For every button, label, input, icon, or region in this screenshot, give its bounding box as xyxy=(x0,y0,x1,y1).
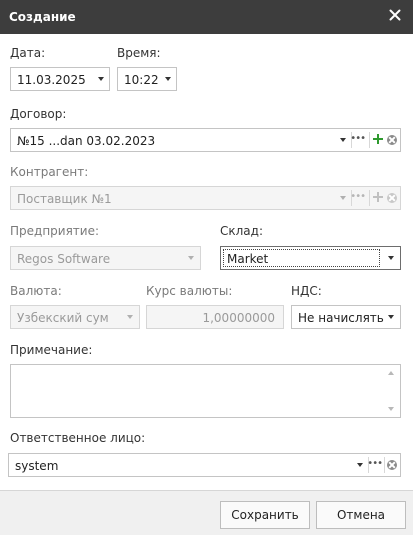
date-label: Дата: xyxy=(10,46,46,60)
vat-select[interactable]: Не начислять xyxy=(291,305,401,329)
contract-label: Договор: xyxy=(10,107,67,121)
chevron-down-icon[interactable] xyxy=(357,463,363,467)
warehouse-select[interactable]: Market xyxy=(220,246,401,270)
time-label: Время: xyxy=(117,46,161,60)
add-plus-icon xyxy=(373,192,383,202)
chevron-down-icon[interactable] xyxy=(340,138,346,142)
time-picker[interactable]: 10:22 xyxy=(117,67,177,91)
counterparty-value: Поставщик №1 xyxy=(17,192,112,206)
add-plus-icon[interactable] xyxy=(373,134,383,144)
rate-input: 1,00000000 xyxy=(146,305,284,329)
vat-value: Не начислять xyxy=(298,311,384,325)
time-value: 10:22 xyxy=(124,73,159,87)
currency-select: Узбекский сум xyxy=(10,305,140,329)
chevron-down-icon xyxy=(127,315,133,319)
clear-icon[interactable] xyxy=(387,135,397,145)
more-dots-icon[interactable]: ••• xyxy=(367,459,383,469)
date-value: 11.03.2025 xyxy=(17,73,86,87)
responsible-value: system xyxy=(15,459,59,473)
dialog-footer: Сохранить Отмена xyxy=(0,490,413,535)
close-icon[interactable] xyxy=(387,7,403,23)
currency-value: Узбекский сум xyxy=(17,311,109,325)
save-button[interactable]: Сохранить xyxy=(220,501,310,529)
more-dots-icon: ••• xyxy=(350,191,366,202)
window-title: Создание xyxy=(9,10,76,24)
rate-label: Курс валюты: xyxy=(146,284,233,298)
separator xyxy=(369,132,370,148)
note-textarea[interactable] xyxy=(10,364,401,418)
vat-label: НДС: xyxy=(291,284,322,298)
currency-label: Валюта: xyxy=(10,284,62,298)
clear-icon[interactable] xyxy=(387,460,397,470)
enterprise-label: Предприятие: xyxy=(10,224,100,238)
contract-select[interactable]: №15 ...dan 03.02.2023 ••• xyxy=(10,128,401,152)
title-bar: Создание xyxy=(0,0,413,34)
chevron-down-icon xyxy=(188,256,194,260)
separator xyxy=(384,457,385,473)
scroll-up-icon[interactable] xyxy=(388,371,394,375)
date-picker[interactable]: 11.03.2025 xyxy=(10,67,110,91)
separator xyxy=(369,190,370,206)
clear-icon xyxy=(387,193,397,203)
chevron-down-icon[interactable] xyxy=(388,256,394,260)
enterprise-select: Regos Software xyxy=(10,246,201,270)
chevron-down-icon[interactable] xyxy=(165,77,171,81)
chevron-down-icon[interactable] xyxy=(98,77,104,81)
counterparty-select: Поставщик №1 ••• xyxy=(10,186,401,210)
responsible-label: Ответственное лицо: xyxy=(10,431,146,445)
warehouse-value: Market xyxy=(227,252,269,266)
enterprise-value: Regos Software xyxy=(17,252,111,266)
note-label: Примечание: xyxy=(10,343,93,357)
more-dots-icon[interactable]: ••• xyxy=(350,134,366,144)
counterparty-label: Контрагент: xyxy=(10,165,89,179)
contract-value: №15 ...dan 03.02.2023 xyxy=(17,134,156,148)
cancel-button[interactable]: Отмена xyxy=(316,501,406,529)
warehouse-label: Склад: xyxy=(220,224,263,238)
scroll-down-icon[interactable] xyxy=(388,407,394,411)
chevron-down-icon[interactable] xyxy=(388,315,394,319)
chevron-down-icon xyxy=(340,196,346,200)
form-body: Дата: 11.03.2025 Время: 10:22 Договор: №… xyxy=(0,34,413,490)
responsible-select[interactable]: system ••• xyxy=(8,453,401,477)
rate-value: 1,00000000 xyxy=(202,311,275,325)
